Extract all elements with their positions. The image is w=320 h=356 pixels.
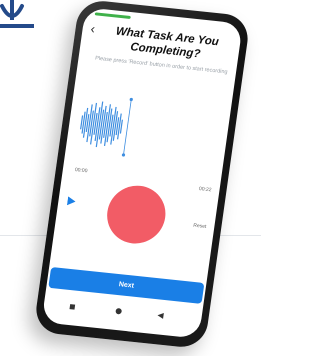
- audio-waveform: [80, 97, 133, 157]
- triangle-back-icon[interactable]: [157, 312, 164, 319]
- time-start-label: 00:00: [74, 166, 88, 175]
- logo-mark: [0, 0, 34, 28]
- time-end-label: 00:22: [198, 186, 212, 194]
- square-icon[interactable]: [69, 304, 76, 310]
- circle-icon[interactable]: [115, 307, 123, 315]
- play-icon[interactable]: [66, 196, 76, 206]
- page: ‹ What Task Are You Completing? Please p…: [0, 0, 261, 356]
- phone-device: ‹ What Task Are You Completing? Please p…: [33, 0, 251, 350]
- progress-indicator: [94, 12, 131, 20]
- reset-button[interactable]: Reset: [193, 223, 207, 230]
- record-button[interactable]: [103, 182, 170, 247]
